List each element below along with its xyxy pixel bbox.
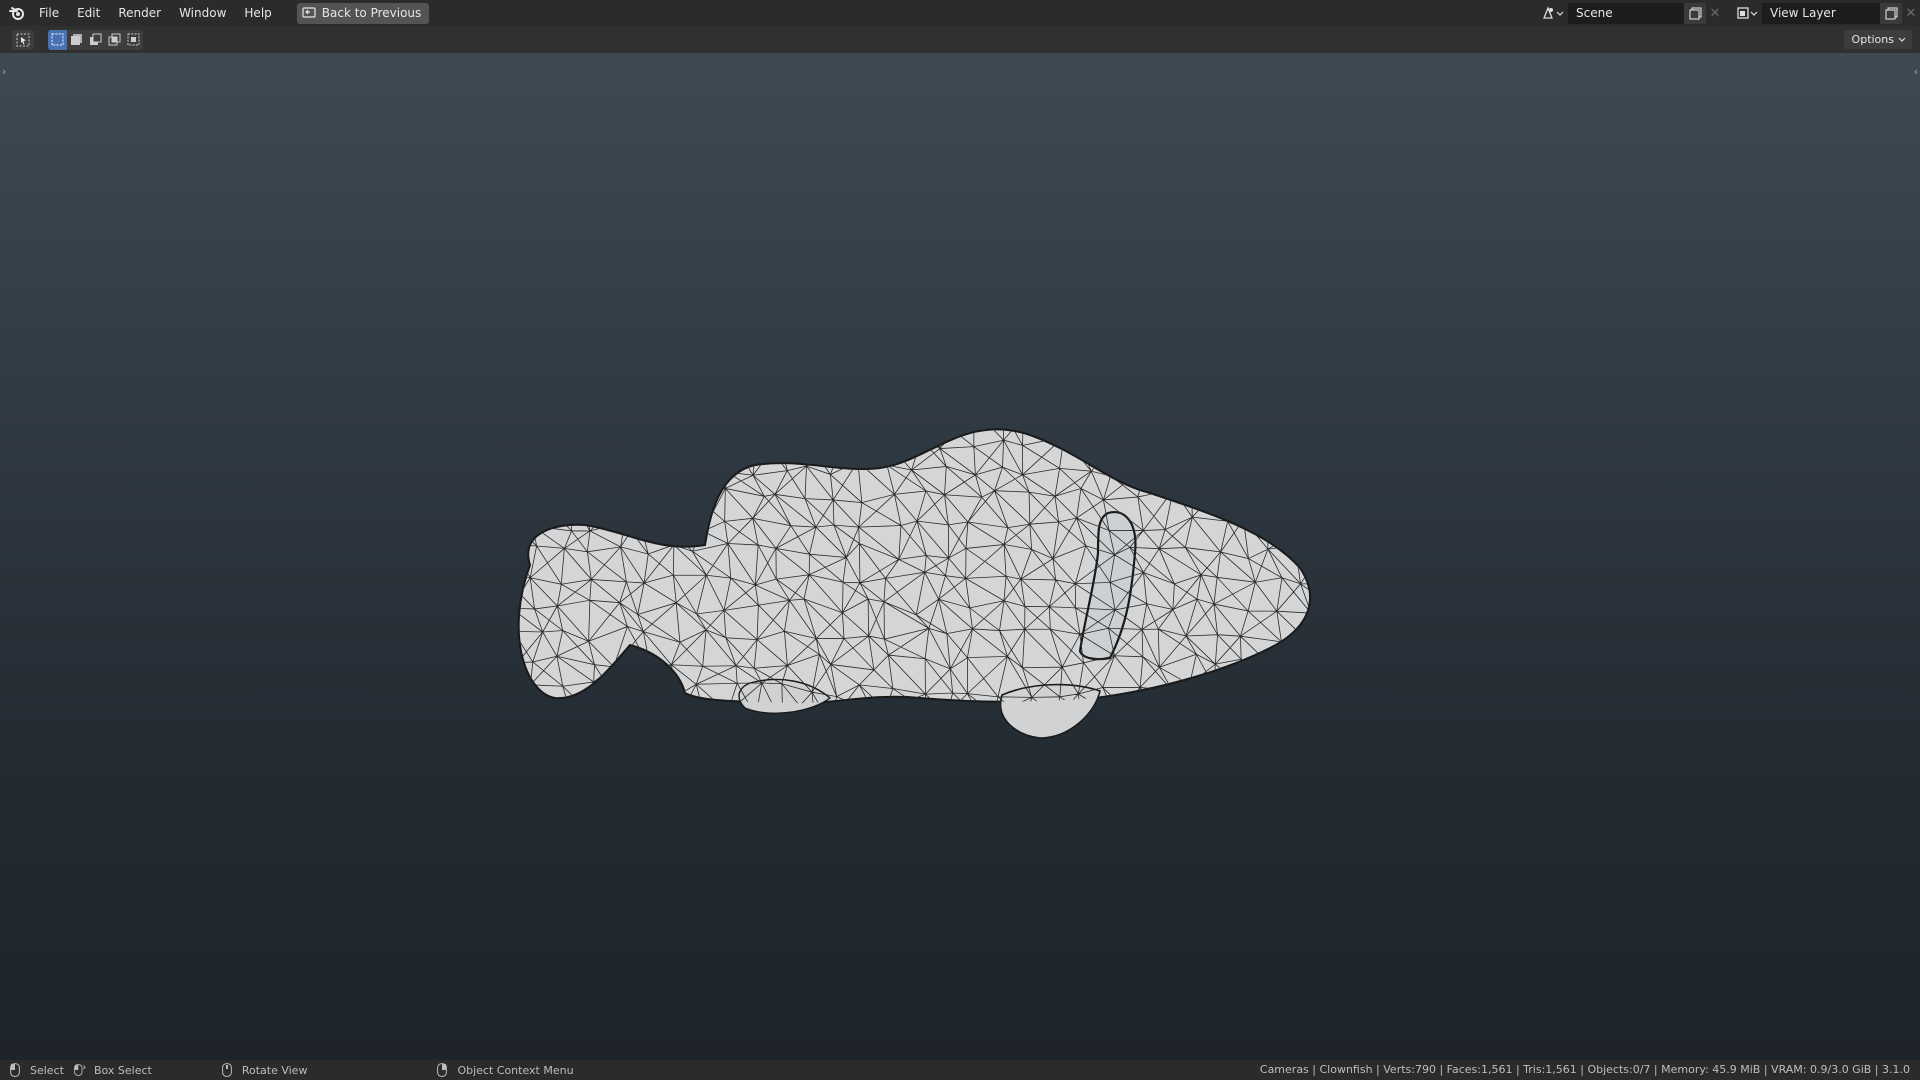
workspace-selectors: Scene ✕ View Layer ✕ — [1538, 0, 1920, 26]
mode-intersect-icon[interactable] — [124, 30, 143, 50]
delete-scene-icon[interactable]: ✕ — [1706, 3, 1724, 24]
hint-rotate-view: Rotate View — [212, 1060, 308, 1080]
scene-icon[interactable] — [1538, 2, 1568, 24]
menu-edit[interactable]: Edit — [68, 2, 109, 24]
top-bar: File Edit Render Window Help Back to Pre… — [0, 0, 1920, 26]
status-bar: Select Box Select Rotate View Object Con… — [0, 1060, 1920, 1080]
toolbar-expand-arrow-icon[interactable]: › — [2, 65, 6, 78]
pelvic-fin-mesh — [999, 683, 1101, 739]
mouse-middle-icon — [221, 1063, 234, 1077]
menu-help[interactable]: Help — [235, 2, 280, 24]
select-tool-icon[interactable] — [12, 29, 34, 50]
mode-set-new-icon[interactable] — [48, 29, 67, 50]
hint-rotate-view-label: Rotate View — [241, 1063, 308, 1077]
view-layer-icon[interactable] — [1732, 2, 1762, 24]
back-screen-icon — [302, 6, 316, 20]
hint-box-select: Box Select — [64, 1060, 152, 1080]
mode-invert-icon[interactable] — [105, 30, 124, 50]
back-to-previous-button[interactable]: Back to Previous — [296, 2, 430, 24]
back-to-previous-label: Back to Previous — [321, 6, 422, 20]
scene-name-field[interactable]: Scene — [1568, 2, 1684, 24]
new-scene-icon[interactable] — [1684, 2, 1706, 24]
sidebar-expand-arrow-icon[interactable]: ‹ — [1914, 65, 1918, 78]
options-dropdown[interactable]: Options — [1843, 30, 1912, 49]
blender-logo-icon[interactable] — [4, 0, 30, 26]
mouse-right-icon — [437, 1063, 449, 1077]
view-layer-selector: View Layer ✕ — [1732, 2, 1920, 24]
options-label: Options — [1851, 33, 1894, 46]
delete-view-layer-icon[interactable]: ✕ — [1902, 3, 1920, 24]
scene-selector: Scene ✕ — [1538, 2, 1724, 24]
view-layer-name-field[interactable]: View Layer — [1762, 2, 1880, 24]
hint-context-menu-label: Object Context Menu — [457, 1063, 574, 1077]
mode-extend-icon[interactable] — [67, 30, 86, 50]
new-view-layer-icon[interactable] — [1880, 2, 1902, 24]
chevron-down-icon — [1898, 33, 1906, 46]
mouse-left-icon — [10, 1063, 22, 1077]
mode-subtract-icon[interactable] — [86, 30, 105, 50]
hint-select-label: Select — [30, 1063, 64, 1077]
menu-file[interactable]: File — [30, 2, 68, 24]
3d-viewport[interactable]: › ‹ — [0, 53, 1920, 1060]
menu-window[interactable]: Window — [170, 2, 235, 24]
scene-statistics: Cameras | Clownfish | Verts:790 | Faces:… — [1259, 1063, 1910, 1076]
hint-context-menu: Object Context Menu — [427, 1060, 574, 1080]
hint-select: Select — [0, 1060, 64, 1080]
clownfish-mesh[interactable] — [510, 413, 1330, 773]
viewport-header: Options — [0, 26, 1920, 53]
mouse-drag-icon — [74, 1063, 86, 1077]
selection-mode-group — [48, 29, 143, 50]
menu-render[interactable]: Render — [109, 2, 170, 24]
hint-box-select-label: Box Select — [93, 1063, 152, 1077]
